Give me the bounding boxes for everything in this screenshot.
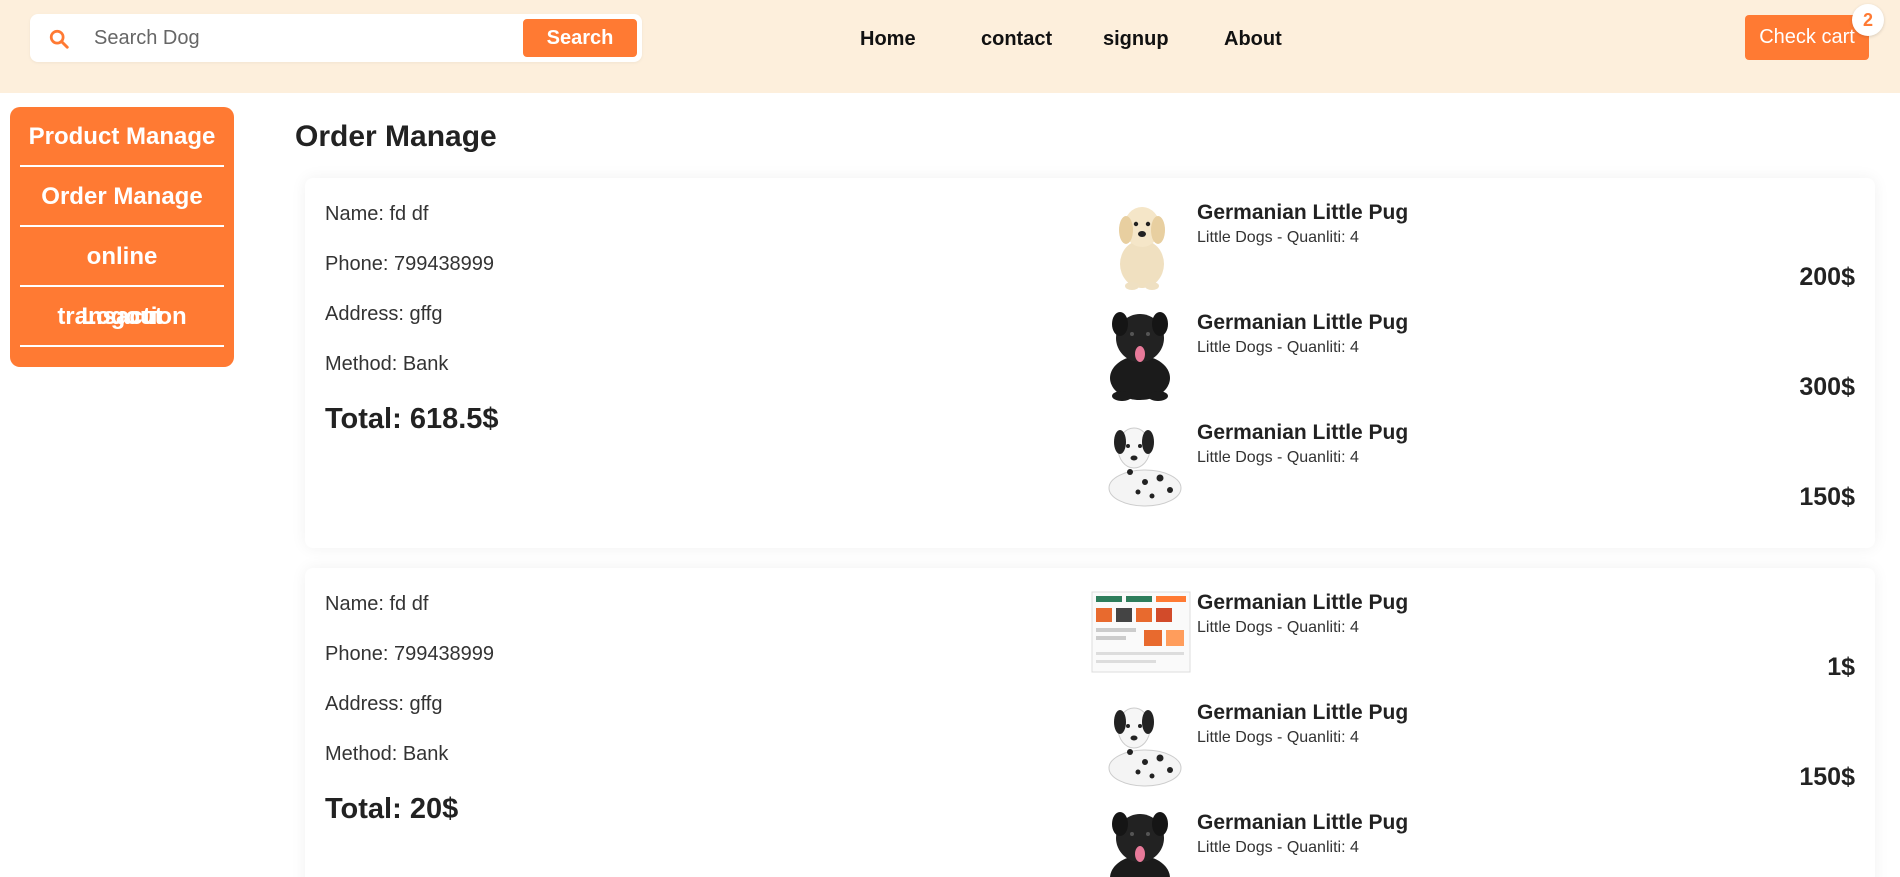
order-phone: Phone: 799438999 — [325, 643, 495, 665]
order-item-subtitle: Little Dogs - Quanliti: 4 — [1197, 619, 1359, 636]
order-address: Address: gffg — [325, 303, 443, 325]
nav-signup-link[interactable]: signup — [1103, 28, 1169, 51]
search-button[interactable]: Search — [523, 19, 637, 57]
product-image — [1090, 802, 1192, 877]
order-item-subtitle: Little Dogs - Quanliti: 4 — [1197, 839, 1359, 856]
product-image — [1090, 692, 1192, 794]
order-item-name: Germanian Little Pug — [1197, 701, 1409, 724]
order-item-subtitle: Little Dogs - Quanliti: 4 — [1197, 729, 1359, 746]
order-phone: Phone: 799438999 — [325, 253, 495, 275]
order-item-subtitle: Little Dogs - Quanliti: 4 — [1197, 449, 1359, 466]
sidebar-item-order-manage[interactable]: Order Manage — [20, 167, 224, 227]
order-address: Address: gffg — [325, 693, 443, 715]
product-image — [1090, 412, 1192, 514]
order-item-name: Germanian Little Pug — [1197, 311, 1409, 334]
order-total: Total: 20$ — [325, 793, 459, 825]
nav-about-link[interactable]: About — [1224, 28, 1282, 51]
order-method: Method: Bank — [325, 743, 449, 765]
order-card: Name: fd df Phone: 799438999 Address: gf… — [305, 568, 1875, 877]
search-icon — [49, 29, 69, 49]
order-total: Total: 618.5$ — [325, 403, 499, 435]
sidebar-item-online-transaction[interactable]: online transaction — [20, 227, 224, 330]
order-item-subtitle: Little Dogs - Quanliti: 4 — [1197, 229, 1359, 246]
order-card: Name: fd df Phone: 799438999 Address: gf… — [305, 178, 1875, 548]
cart-count-badge: 2 — [1852, 4, 1884, 36]
order-item-name: Germanian Little Pug — [1197, 421, 1409, 444]
order-item-price: 200$ — [1799, 263, 1855, 291]
order-item-subtitle: Little Dogs - Quanliti: 4 — [1197, 339, 1359, 356]
page-title: Order Manage — [295, 120, 497, 153]
order-customer-name: Name: fd df — [325, 203, 429, 225]
check-cart-button[interactable]: Check cart — [1745, 15, 1869, 60]
nav-home-link[interactable]: Home — [860, 28, 916, 51]
order-item-price: 300$ — [1799, 373, 1855, 401]
order-item-name: Germanian Little Pug — [1197, 591, 1409, 614]
search-bar: Search — [30, 14, 642, 62]
product-image — [1090, 302, 1192, 404]
sidebar-item-product-manage[interactable]: Product Manage — [20, 107, 224, 167]
admin-sidebar: Product Manage Order Manage online trans… — [10, 107, 234, 367]
order-customer-name: Name: fd df — [325, 593, 429, 615]
product-image — [1090, 582, 1192, 684]
order-item-name: Germanian Little Pug — [1197, 811, 1409, 834]
order-item-price: 1$ — [1827, 653, 1855, 681]
order-item-price: 150$ — [1799, 483, 1855, 511]
order-item-price: 150$ — [1799, 763, 1855, 791]
order-item-name: Germanian Little Pug — [1197, 201, 1409, 224]
order-method: Method: Bank — [325, 353, 449, 375]
product-image — [1090, 192, 1192, 294]
search-input[interactable] — [94, 22, 534, 54]
nav-contact-link[interactable]: contact — [981, 28, 1052, 51]
sidebar-item-logout[interactable]: Logout — [20, 287, 224, 347]
top-header: Search Home contact signup About Check c… — [0, 0, 1900, 93]
